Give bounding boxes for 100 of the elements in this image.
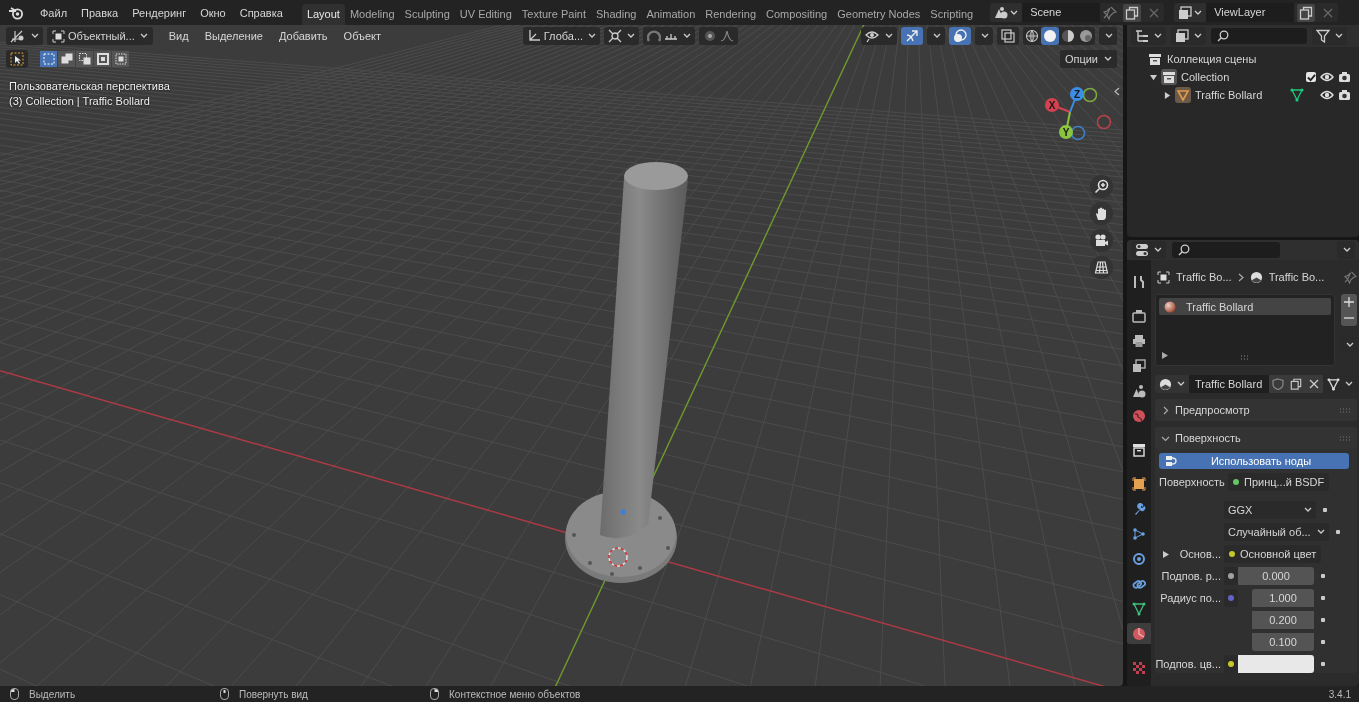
workspace-tab[interactable]: Geometry Nodes [832, 4, 926, 25]
view-layer-name-field[interactable]: ViewLayer [1206, 3, 1295, 22]
selection-mode-button[interactable] [112, 51, 129, 67]
axis-handle[interactable] [1082, 87, 1098, 103]
camera-icon[interactable] [1338, 89, 1351, 101]
shading-mode-button[interactable] [1077, 27, 1095, 45]
workspace-tab[interactable]: Scripting [925, 4, 979, 25]
workspace-tab[interactable]: Layout [301, 4, 345, 25]
editor-type-button[interactable] [1131, 241, 1166, 259]
add-slot-button[interactable] [1341, 294, 1357, 310]
view-layer-selector-button[interactable] [1174, 3, 1207, 22]
menu-item[interactable]: Файл [33, 3, 75, 22]
workspace-tab[interactable]: Sculpting [399, 4, 455, 25]
pin-icon[interactable] [1344, 270, 1357, 284]
shading-options-dropdown[interactable] [1099, 27, 1117, 45]
menu-item[interactable]: Вид [162, 30, 195, 42]
menu-item[interactable]: Рендеринг [125, 3, 194, 22]
use-nodes-button[interactable]: Использовать ноды [1159, 453, 1349, 469]
scene-name-field[interactable]: Scene [1022, 3, 1101, 22]
axis-handle[interactable] [1070, 125, 1086, 141]
visibility-dropdown[interactable] [861, 27, 897, 45]
search-field[interactable] [1211, 28, 1307, 44]
resize-grip-icon[interactable] [1240, 355, 1250, 360]
dropdown[interactable]: Случайный об... [1224, 523, 1329, 541]
outliner-row[interactable]: Traffic Bollard [1127, 86, 1359, 104]
menu-item[interactable]: Добавить [272, 30, 334, 42]
transform-orientation-dropdown[interactable]: Глоба... [522, 27, 601, 45]
material-name-field[interactable]: Traffic Bollard [1189, 375, 1269, 393]
axis-handle[interactable] [1096, 114, 1112, 130]
axis-handle[interactable]: X [1045, 98, 1059, 112]
workspace-tab[interactable]: Animation [641, 4, 701, 25]
shading-mode-button[interactable] [1023, 27, 1041, 45]
search-field[interactable] [1172, 242, 1280, 258]
selection-mode-button[interactable] [58, 51, 75, 67]
outliner-row[interactable]: Collection [1127, 68, 1359, 86]
app-logo-icon[interactable] [8, 5, 24, 20]
drag-handle-icon[interactable] [1339, 435, 1351, 441]
number-field[interactable]: 1.000 [1252, 589, 1314, 607]
unlink-button[interactable] [1305, 375, 1323, 393]
editor-type-button[interactable] [1131, 27, 1166, 45]
proportional-edit-button[interactable] [699, 27, 739, 45]
gizmo-toggle-button[interactable] [901, 27, 923, 45]
shading-mode-button[interactable] [1041, 27, 1059, 45]
options-dropdown[interactable]: Опции [1059, 50, 1117, 68]
overlay-toggle-button[interactable] [949, 27, 971, 45]
xray-toggle-button[interactable] [997, 27, 1019, 45]
expand-arrow-right-icon[interactable] [1162, 352, 1168, 359]
copy-icon[interactable] [1123, 3, 1142, 22]
filter-dropdown[interactable] [1312, 27, 1347, 45]
gizmo-options-dropdown[interactable] [927, 27, 945, 45]
color-swatch[interactable] [1238, 655, 1314, 673]
menu-item[interactable]: Выделение [198, 30, 269, 42]
axis-handle[interactable]: Z [1070, 87, 1084, 101]
workspace-tab[interactable]: Rendering [700, 4, 762, 25]
selection-mode-button[interactable] [76, 51, 93, 67]
eye-icon[interactable] [1320, 71, 1334, 83]
menu-item[interactable]: Правка [74, 3, 126, 22]
tool-button[interactable] [6, 50, 28, 68]
chevron-left-icon[interactable] [1114, 87, 1120, 96]
checkbox[interactable] [1306, 72, 1316, 82]
material-slot[interactable]: Traffic Bollard [1159, 298, 1331, 315]
pivot-dropdown[interactable] [604, 27, 640, 45]
workspace-tab[interactable]: Shading [591, 4, 642, 25]
number-field[interactable]: 0.100 [1252, 633, 1314, 651]
node-link-button[interactable]: Принц...й BSDF [1228, 473, 1330, 491]
menu-item[interactable]: Справка [232, 3, 290, 22]
editor-type-button[interactable] [6, 27, 43, 45]
number-field[interactable]: 0.200 [1252, 611, 1314, 629]
mode-dropdown[interactable]: Объектный... [47, 27, 153, 45]
axis-handle[interactable]: Y [1059, 125, 1073, 139]
expand-arrow-right-icon[interactable] [1163, 550, 1169, 558]
outliner-row[interactable]: Коллекция сцены [1127, 50, 1359, 68]
overlay-options-dropdown[interactable] [975, 27, 993, 45]
browse-material-button[interactable] [1155, 375, 1189, 393]
mesh-triangle-icon[interactable] [1290, 88, 1305, 102]
drag-handle-icon[interactable] [1339, 407, 1351, 413]
workspace-tab[interactable]: Modeling [344, 4, 400, 25]
pin-icon[interactable] [1103, 5, 1118, 20]
menu-item[interactable]: Окно [193, 3, 233, 22]
number-field[interactable]: 0.000 [1238, 567, 1314, 585]
workspace-tab[interactable]: UV Editing [454, 4, 517, 25]
fake-user-button[interactable] [1269, 375, 1287, 393]
expand-arrow-right-icon[interactable] [1163, 91, 1171, 99]
camera-icon[interactable] [1338, 71, 1351, 83]
shading-mode-button[interactable] [1059, 27, 1077, 45]
remove-slot-button[interactable] [1341, 310, 1357, 326]
workspace-tab[interactable]: Compositing [761, 4, 833, 25]
display-mode-dropdown[interactable] [1171, 27, 1206, 45]
copy-icon[interactable] [1297, 3, 1316, 22]
scene-selector-button[interactable] [990, 3, 1023, 22]
menu-item[interactable]: Объект [337, 30, 388, 42]
eye-icon[interactable] [1320, 89, 1334, 101]
workspace-tab[interactable]: Texture Paint [516, 4, 591, 25]
node-link-button[interactable]: Основной цвет [1224, 545, 1322, 563]
expand-arrow-down-icon[interactable] [1149, 73, 1157, 81]
options-dropdown[interactable] [1337, 241, 1355, 259]
dropdown[interactable]: GGX [1224, 501, 1316, 519]
snap-toggle-button[interactable] [643, 27, 696, 45]
selection-mode-button[interactable] [94, 51, 111, 67]
duplicate-button[interactable] [1287, 375, 1305, 393]
